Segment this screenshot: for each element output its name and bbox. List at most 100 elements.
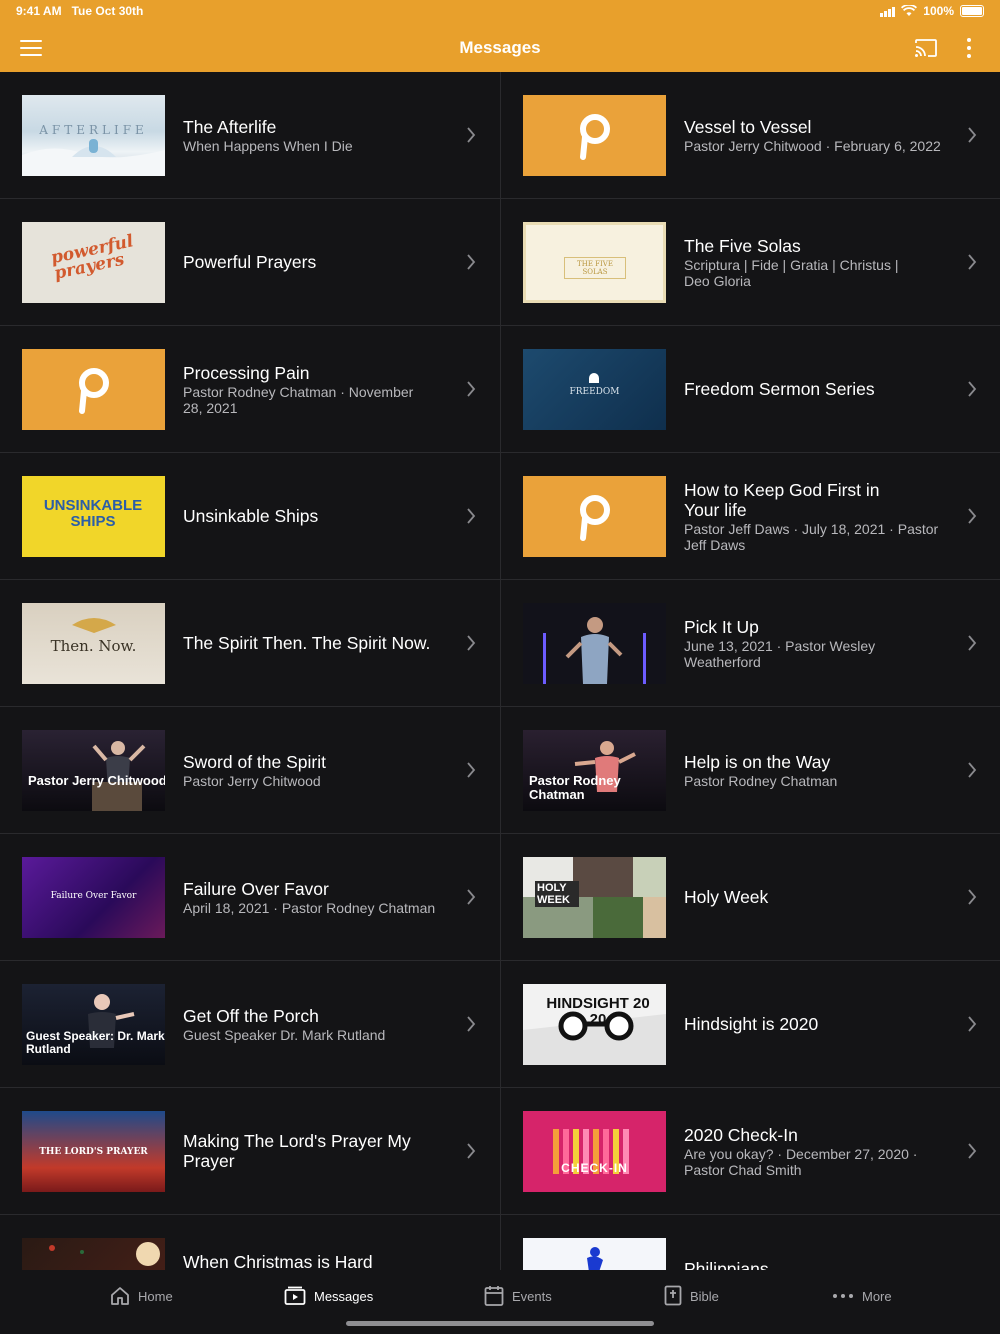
thumbnail-text: HOLY WEEK — [535, 881, 579, 907]
message-thumbnail: HINDSIGHT 20 20 — [523, 984, 666, 1065]
message-thumbnail — [523, 1238, 666, 1270]
message-text: Unsinkable Ships — [183, 453, 453, 580]
message-item[interactable]: Pick It Up June 13, 2021 · Pastor Wesley… — [501, 580, 1000, 707]
message-item[interactable]: When Christmas is Hard — [0, 1215, 500, 1270]
battery-percent: 100% — [923, 4, 954, 18]
message-item[interactable]: Philippians — [501, 1215, 1000, 1270]
message-item[interactable]: Vessel to Vessel Pastor Jerry Chitwood ·… — [501, 72, 1000, 199]
message-item[interactable]: Guest Speaker: Dr. Mark Rutland Get Off … — [0, 961, 500, 1088]
tab-more[interactable]: More — [832, 1284, 892, 1308]
message-text: Hindsight is 2020 — [684, 961, 954, 1088]
message-subtitle: Guest Speaker Dr. Mark Rutland — [183, 1027, 386, 1043]
thumbnail-text: THE FIVE SOLAS — [564, 257, 626, 279]
tab-messages[interactable]: Messages — [284, 1284, 373, 1308]
message-subtitle: Pastor Rodney Chatman · November 28, 202… — [183, 384, 414, 416]
message-item[interactable]: powerful prayers Powerful Prayers — [0, 199, 500, 326]
thumbnail-text: powerful prayers — [49, 231, 136, 284]
more-options-icon[interactable] — [962, 38, 976, 60]
chevron-right-icon — [467, 508, 476, 524]
home-indicator — [346, 1321, 654, 1326]
message-title: Sword of the Spirit — [183, 752, 326, 772]
message-title: Help is on the Way — [684, 752, 831, 772]
message-item[interactable]: HINDSIGHT 20 20 Hindsight is 2020 — [501, 961, 1000, 1088]
message-thumbnail — [523, 95, 666, 176]
message-item[interactable]: CHECK-IN 2020 Check-In Are you okay? · D… — [501, 1088, 1000, 1215]
message-title: Unsinkable Ships — [183, 506, 319, 526]
message-text: The Spirit Then. The Spirit Now. — [183, 580, 453, 707]
message-subtitle: Are you okay? · December 27, 2020 · Past… — [684, 1146, 918, 1178]
thumbnail-text: THE LORD'S PRAYER — [39, 1147, 148, 1157]
message-text: Holy Week — [684, 834, 954, 961]
church-logo-icon — [79, 368, 109, 414]
message-item[interactable]: AFTERLIFE The Afterlife When Happens Whe… — [0, 72, 500, 199]
message-title: The Spirit Then. The Spirit Now. — [183, 633, 431, 653]
message-item[interactable]: Then. Now. The Spirit Then. The Spirit N… — [0, 580, 500, 707]
chevron-right-icon — [467, 127, 476, 143]
thumbnail-text: FREEDOM — [569, 387, 620, 397]
message-item[interactable]: THE FIVE SOLAS The Five Solas Scriptura … — [501, 199, 1000, 326]
message-title: When Christmas is Hard — [183, 1252, 373, 1270]
chevron-right-icon — [467, 381, 476, 397]
wifi-icon — [901, 5, 918, 16]
chevron-right-icon — [467, 254, 476, 270]
chevron-right-icon — [968, 381, 977, 397]
message-text: The Five Solas Scriptura | Fide | Gratia… — [684, 199, 954, 326]
message-item[interactable]: Pastor Jerry Chitwood Sword of the Spiri… — [0, 707, 500, 834]
message-thumbnail — [523, 603, 666, 684]
message-item[interactable]: How to Keep God First in Your life Pasto… — [501, 453, 1000, 580]
message-item[interactable]: UNSINKABLE SHIPS Unsinkable Ships — [0, 453, 500, 580]
tab-home[interactable]: Home — [110, 1284, 173, 1308]
thumbnail-text: Pastor Jerry Chitwood — [28, 773, 165, 788]
message-item[interactable]: FREEDOM Freedom Sermon Series — [501, 326, 1000, 453]
tab-label: Messages — [314, 1288, 374, 1304]
message-title: Philippians — [684, 1259, 769, 1270]
message-item[interactable]: THE LORD'S PRAYER Making The Lord's Pray… — [0, 1088, 500, 1215]
chevron-right-icon — [968, 127, 977, 143]
page-title: Messages — [459, 38, 541, 57]
tab-bible[interactable]: Bible — [664, 1284, 719, 1308]
battery-icon — [960, 5, 984, 17]
message-item[interactable]: Pastor Rodney Chatman Help is on the Way… — [501, 707, 1000, 834]
message-item[interactable]: HOLY WEEK Holy Week — [501, 834, 1000, 961]
thumbnail-text: AFTERLIFE — [39, 123, 148, 137]
message-subtitle: April 18, 2021 · Pastor Rodney Chatman — [183, 900, 436, 916]
message-subtitle: Pastor Jerry Chitwood — [183, 773, 321, 789]
tab-events[interactable]: Events — [484, 1284, 552, 1308]
thumbnail-text: HINDSIGHT 20 20 — [546, 995, 650, 1028]
message-thumbnail: UNSINKABLE SHIPS — [22, 476, 165, 557]
message-title: The Afterlife — [183, 117, 277, 137]
chevron-right-icon — [968, 1016, 977, 1032]
message-thumbnail: Pastor Rodney Chatman — [523, 730, 666, 811]
message-thumbnail: CHECK-IN — [523, 1111, 666, 1192]
message-subtitle: Pastor Jeff Daws · July 18, 2021 · Pasto… — [684, 521, 939, 553]
message-text: Get Off the Porch Guest Speaker Dr. Mark… — [183, 961, 453, 1088]
message-text: The Afterlife When Happens When I Die — [183, 72, 453, 199]
message-item[interactable]: Failure Over Favor Failure Over Favor Ap… — [0, 834, 500, 961]
message-subtitle: June 13, 2021 · Pastor Wesley Weatherfor… — [684, 638, 876, 670]
nav-bar: Messages — [0, 28, 1000, 68]
message-title: Hindsight is 2020 — [684, 1014, 819, 1034]
chevron-right-icon — [968, 889, 977, 905]
home-icon — [111, 1287, 129, 1305]
message-subtitle: Pastor Jerry Chitwood · February 6, 2022 — [684, 138, 941, 154]
chevron-right-icon — [467, 762, 476, 778]
message-title: The Five Solas — [684, 236, 801, 256]
calendar-icon — [484, 1286, 504, 1306]
message-title: Pick It Up — [684, 617, 759, 637]
top-bar: 9:41 AM Tue Oct 30th 100% Messages — [0, 0, 1000, 72]
message-text: When Christmas is Hard — [183, 1215, 453, 1270]
message-text: Vessel to Vessel Pastor Jerry Chitwood ·… — [684, 72, 954, 199]
chevron-right-icon — [467, 1016, 476, 1032]
message-title: How to Keep God First in Your life — [684, 480, 880, 520]
bible-icon — [664, 1285, 682, 1306]
message-item[interactable]: Processing Pain Pastor Rodney Chatman · … — [0, 326, 500, 453]
message-title: Holy Week — [684, 887, 769, 907]
message-thumbnail — [22, 349, 165, 430]
message-thumbnail: Failure Over Favor — [22, 857, 165, 938]
message-text: Help is on the Way Pastor Rodney Chatman — [684, 707, 954, 834]
message-subtitle: Scriptura | Fide | Gratia | Christus | D… — [684, 257, 899, 289]
message-subtitle: Pastor Rodney Chatman — [684, 773, 838, 789]
message-title: Vessel to Vessel — [684, 117, 812, 137]
cast-icon[interactable] — [914, 38, 938, 58]
status-date-text: Tue Oct 30th — [71, 4, 144, 18]
